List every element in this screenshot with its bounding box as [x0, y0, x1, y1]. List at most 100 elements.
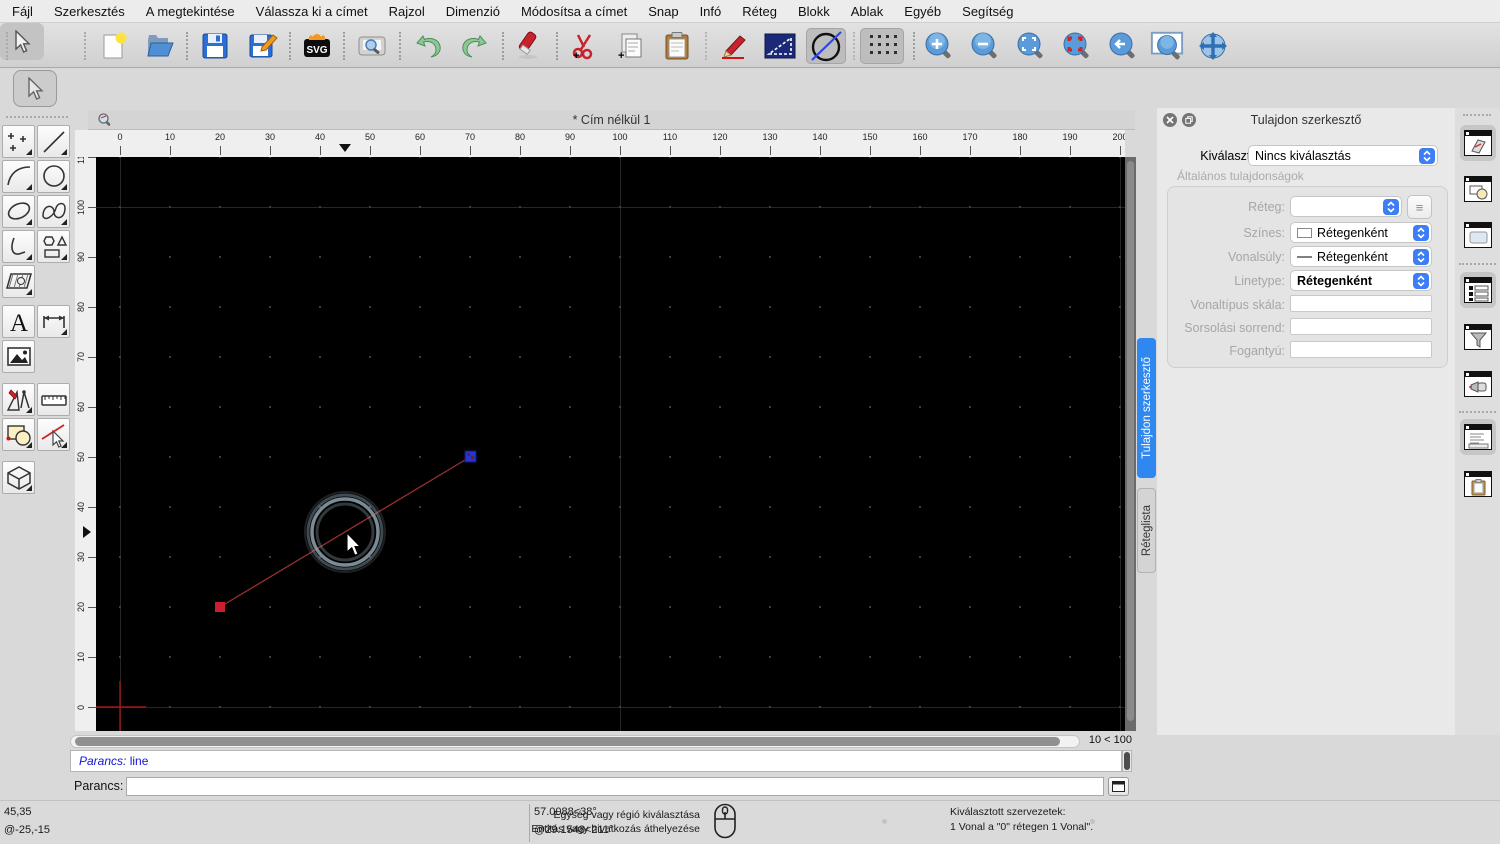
arc-tool-button[interactable] — [2, 160, 35, 193]
menu-view[interactable]: A megtekintése — [146, 4, 235, 19]
panel-clipboard-button[interactable] — [1460, 466, 1496, 502]
tab-layer-list[interactable]: Réteglista — [1137, 488, 1156, 573]
stepper-icon[interactable] — [1413, 273, 1429, 289]
linetype-scale-field[interactable] — [1290, 295, 1432, 312]
text-tool-button[interactable]: A — [2, 305, 35, 338]
save-as-button[interactable] — [246, 28, 280, 64]
pick-tool-button[interactable] — [13, 70, 57, 107]
menu-dimension[interactable]: Dimenzió — [446, 4, 500, 19]
zoom-in-button[interactable] — [922, 28, 956, 64]
layer-list-button[interactable]: ≡ — [1407, 195, 1432, 219]
ellipse-tool-button[interactable] — [2, 195, 35, 228]
menu-draw[interactable]: Rajzol — [389, 4, 425, 19]
panel-blocks-button[interactable] — [1460, 171, 1496, 207]
panel-filter-button[interactable] — [1460, 319, 1496, 355]
new-file-button[interactable] — [97, 28, 131, 64]
selection-status-1: Kiválasztott szervezetek: — [950, 806, 1066, 818]
layer-dropdown[interactable] — [1290, 196, 1402, 217]
panel-notify-button[interactable] — [1460, 366, 1496, 402]
zoom-selected-button[interactable] — [1060, 28, 1094, 64]
toolbar-handle[interactable] — [84, 32, 86, 60]
block-tool-button[interactable] — [2, 418, 35, 451]
draworder-field[interactable] — [1290, 318, 1432, 335]
copy-button[interactable]: + — [613, 28, 647, 64]
toolbar-handle[interactable] — [6, 32, 8, 60]
menu-info[interactable]: Infó — [700, 4, 722, 19]
command-window-icon — [1112, 780, 1125, 792]
snap-auto-button[interactable] — [806, 28, 846, 64]
command-input[interactable] — [126, 776, 1104, 796]
panel-command-button[interactable] — [1460, 419, 1496, 455]
menu-edit[interactable]: Szerkesztés — [54, 4, 125, 19]
panel-properties-button[interactable] — [1460, 272, 1496, 308]
color-dropdown[interactable]: Rétegenként — [1290, 222, 1432, 243]
menu-select[interactable]: Válassza ki a címet — [256, 4, 368, 19]
stepper-icon[interactable] — [1413, 249, 1429, 265]
stepper-icon[interactable] — [1413, 225, 1429, 241]
stepper-icon[interactable] — [1383, 199, 1399, 215]
redo-button[interactable] — [458, 28, 492, 64]
handle-field[interactable] — [1290, 341, 1432, 358]
ortho-constraint-button[interactable] — [763, 28, 797, 64]
save-button[interactable] — [198, 28, 232, 64]
panel-draft-button[interactable] — [1460, 125, 1496, 161]
line-end-grip[interactable] — [464, 450, 477, 463]
grid-zoom-label: 10 < 100 — [1088, 734, 1132, 746]
zoom-window-button[interactable] — [1150, 28, 1184, 64]
erase-button[interactable] — [513, 28, 547, 64]
undo-button[interactable] — [411, 28, 445, 64]
line-entity[interactable] — [219, 456, 471, 608]
paste-button[interactable] — [660, 28, 694, 64]
line-tool-button[interactable] — [37, 125, 70, 158]
linetype-dropdown[interactable]: Rétegenként — [1290, 270, 1432, 291]
view-panel-icon — [1464, 222, 1492, 248]
document-titlebar[interactable]: * Cím nélkül 1 — [88, 110, 1135, 130]
measure-tool-button[interactable] — [37, 383, 70, 416]
palette-handle[interactable] — [6, 116, 68, 118]
selection-dropdown[interactable]: Nincs kiválasztás — [1248, 145, 1438, 166]
hatch-tool-button[interactable] — [2, 265, 35, 298]
circle-tool-button[interactable] — [37, 160, 70, 193]
canvas-horizontal-scrollbar[interactable] — [70, 735, 1080, 748]
pan-button[interactable] — [1196, 28, 1230, 64]
save-floppy-icon — [202, 33, 228, 59]
print-preview-button[interactable] — [355, 28, 389, 64]
zoom-auto-button[interactable] — [1014, 28, 1048, 64]
panel-view-button[interactable] — [1460, 217, 1496, 253]
coord-absolute: 45,35 — [4, 806, 32, 818]
drawing-canvas[interactable] — [96, 157, 1125, 731]
modify-tool-button[interactable] — [2, 383, 35, 416]
menu-file[interactable]: Fájl — [12, 4, 33, 19]
select-entity-tool-button[interactable] — [37, 418, 70, 451]
command-window-button[interactable] — [1108, 776, 1129, 796]
menu-layer[interactable]: Réteg — [742, 4, 777, 19]
open-file-button[interactable] — [143, 28, 177, 64]
grid-toggle-button[interactable] — [860, 28, 904, 64]
tab-property-editor[interactable]: Tulajdon szerkesztő — [1137, 338, 1156, 478]
menu-snap[interactable]: Snap — [648, 4, 678, 19]
svg-export-button[interactable]: SVG — [300, 28, 334, 64]
dimension-tool-button[interactable] — [37, 305, 70, 338]
stepper-icon[interactable] — [1419, 148, 1435, 164]
menu-help[interactable]: Segítség — [962, 4, 1013, 19]
lineweight-dropdown[interactable]: Rétegenként — [1290, 246, 1432, 267]
command-history-scrollbar[interactable] — [1122, 750, 1132, 772]
menu-misc[interactable]: Egyéb — [904, 4, 941, 19]
polygon-tool-button[interactable] — [37, 230, 70, 263]
zoom-previous-button[interactable] — [1106, 28, 1140, 64]
line-start-grip[interactable] — [215, 602, 225, 612]
polyline-tool-button[interactable] — [2, 230, 35, 263]
canvas-vertical-scrollbar[interactable] — [1125, 157, 1136, 731]
menu-window[interactable]: Ablak — [851, 4, 884, 19]
point-tool-button[interactable] — [2, 125, 35, 158]
image-tool-button[interactable] — [2, 340, 35, 373]
strip-handle[interactable] — [1463, 114, 1491, 116]
menu-modify[interactable]: Módosítsa a címet — [521, 4, 627, 19]
lineweight-label: Vonalsúly: — [1228, 250, 1285, 264]
view-3d-tool-button[interactable] — [2, 461, 35, 494]
zoom-out-button[interactable] — [968, 28, 1002, 64]
spline-tool-button[interactable] — [37, 195, 70, 228]
cut-button[interactable]: + — [566, 28, 600, 64]
edit-entity-button[interactable] — [716, 28, 750, 64]
menu-block[interactable]: Blokk — [798, 4, 830, 19]
